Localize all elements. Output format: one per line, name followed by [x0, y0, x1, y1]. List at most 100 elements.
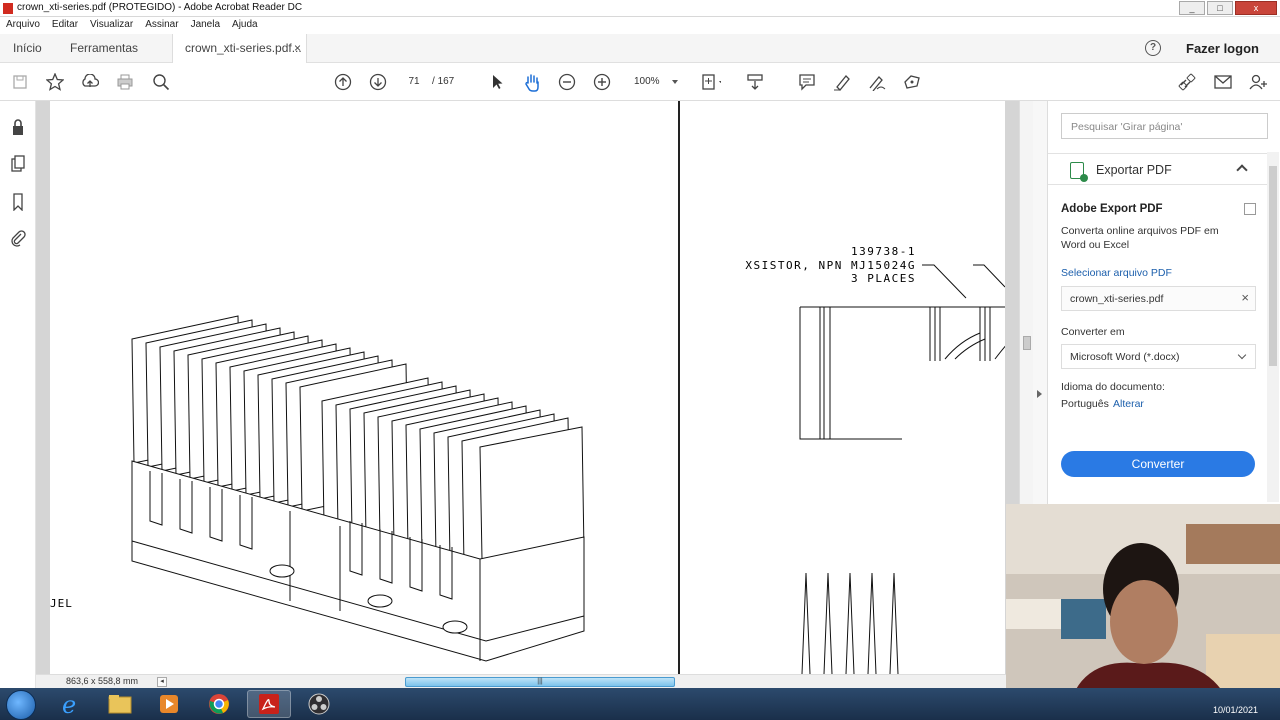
format-select[interactable]: Microsoft Word (*.docx) — [1061, 344, 1256, 369]
selected-file-field[interactable]: crown_xti-series.pdf × — [1061, 286, 1256, 311]
hand-icon[interactable] — [522, 72, 542, 92]
file-explorer-icon[interactable] — [98, 690, 142, 718]
language-value: Português — [1061, 398, 1109, 410]
scroll-left-icon[interactable]: ◂ — [157, 677, 167, 687]
tab-bar: Início Ferramentas crown_xti-series.pdf.… — [0, 34, 1280, 64]
select-cursor-icon[interactable] — [487, 72, 507, 92]
page-size-readout: 863,6 x 558,8 mm — [66, 676, 139, 686]
copy-icon[interactable] — [1244, 203, 1256, 215]
menu-ajuda[interactable]: Ajuda — [226, 17, 264, 34]
login-link[interactable]: Fazer logon — [1186, 41, 1259, 56]
tab-home[interactable]: Início — [13, 34, 42, 63]
svg-text:e: e — [62, 691, 76, 717]
select-file-link[interactable]: Selecionar arquivo PDF — [1061, 267, 1172, 279]
internet-explorer-icon[interactable]: e — [49, 690, 93, 718]
os-taskbar: e — [0, 688, 1280, 720]
mail-icon[interactable] — [1213, 72, 1233, 92]
left-navigation-rail — [0, 101, 36, 688]
callout-part-number: 139738-1 — [851, 245, 916, 258]
tab-tools[interactable]: Ferramentas — [70, 34, 138, 63]
format-value: Microsoft Word (*.docx) — [1070, 351, 1180, 363]
callout-places: 3 PLACES — [851, 272, 916, 285]
tab-document-label: crown_xti-series.pdf... — [185, 41, 302, 55]
zoom-search-icon[interactable] — [151, 72, 171, 92]
add-user-icon[interactable] — [1248, 72, 1268, 92]
menu-editar[interactable]: Editar — [46, 17, 84, 34]
change-language-link[interactable]: Alterar — [1113, 398, 1144, 410]
stamp-icon[interactable] — [902, 72, 922, 92]
scroll-mode-icon[interactable] — [745, 72, 765, 92]
selected-file-name: crown_xti-series.pdf — [1070, 293, 1164, 305]
chevron-up-icon[interactable] — [1236, 164, 1248, 176]
acrobat-app-icon — [3, 3, 13, 14]
callout-transistor: XSISTOR, NPN MJ15024G — [745, 259, 916, 272]
maximize-icon[interactable]: □ — [1207, 1, 1233, 15]
zoom-select[interactable]: 100% — [624, 74, 684, 90]
print-icon[interactable] — [115, 72, 135, 92]
taskbar-clock: 10/01/2021 — [1213, 705, 1259, 715]
zoom-out-icon[interactable] — [557, 72, 577, 92]
page-separator: / — [432, 76, 435, 87]
window-title: crown_xti-series.pdf (PROTEGIDO) - Adobe… — [17, 2, 303, 13]
menu-bar: Arquivo Editar Visualizar Assinar Janela… — [0, 17, 1280, 34]
tab-document[interactable]: crown_xti-series.pdf... × — [172, 34, 307, 64]
right-panel-collapse-icon[interactable] — [1037, 390, 1042, 398]
vertical-scroll-thumb[interactable] — [1023, 336, 1031, 350]
page-column-divider — [678, 101, 680, 674]
page-down-icon[interactable] — [368, 72, 388, 92]
panel-scroll-thumb[interactable] — [1269, 166, 1277, 366]
lock-icon[interactable] — [8, 117, 28, 137]
status-bar: 863,6 x 558,8 mm ◂ ||| — [36, 674, 1019, 688]
window-controls: _ □ x — [1179, 1, 1277, 15]
horizontal-scroll-thumb[interactable]: ||| — [405, 677, 675, 687]
chevron-down-icon — [672, 80, 678, 84]
highlight-icon[interactable] — [832, 72, 852, 92]
export-pdf-header[interactable]: Exportar PDF — [1048, 153, 1268, 185]
language-label: Idioma do documento: — [1061, 381, 1165, 393]
tools-pane: Pesquisar 'Girar página' Exportar PDF Ad… — [1047, 101, 1280, 504]
clear-file-icon[interactable]: × — [1241, 290, 1249, 305]
export-pdf-label: Exportar PDF — [1096, 163, 1172, 177]
menu-janela[interactable]: Janela — [185, 17, 226, 34]
start-button-icon[interactable] — [6, 690, 36, 720]
page-total-count: 167 — [437, 76, 455, 87]
heatsink-drawing: 139738-1 XSISTOR, NPN MJ15024G 3 PLACES … — [50, 245, 1005, 674]
menu-visualizar[interactable]: Visualizar — [84, 17, 139, 34]
link-icon[interactable] — [1177, 72, 1197, 92]
obs-icon[interactable] — [297, 690, 341, 718]
help-icon[interactable]: ? — [1145, 40, 1161, 56]
convert-button[interactable]: Converter — [1061, 451, 1255, 477]
chevron-down-icon — [1237, 350, 1247, 360]
acrobat-taskbar-icon[interactable] — [247, 690, 291, 718]
upload-icon[interactable] — [80, 72, 100, 92]
window-titlebar: crown_xti-series.pdf (PROTEGIDO) - Adobe… — [0, 0, 1280, 17]
pages-icon[interactable] — [8, 154, 28, 174]
export-description: Converta online arquivos PDF em Word ou … — [1061, 225, 1219, 251]
pdf-page: 139738-1 XSISTOR, NPN MJ15024G 3 PLACES … — [50, 101, 1005, 674]
comment-icon[interactable] — [797, 72, 817, 92]
search-input[interactable]: Pesquisar 'Girar página' — [1061, 113, 1268, 139]
export-pdf-icon — [1070, 162, 1088, 182]
zoom-value: 100% — [634, 76, 660, 87]
save-icon[interactable] — [10, 72, 30, 92]
menu-arquivo[interactable]: Arquivo — [0, 17, 46, 34]
menu-assinar[interactable]: Assinar — [139, 17, 184, 34]
main-toolbar: 71 / 167 100% — [0, 63, 1280, 101]
media-player-icon[interactable] — [147, 690, 191, 718]
chrome-icon[interactable] — [197, 690, 241, 718]
tab-close-icon[interactable]: × — [294, 34, 301, 62]
page-number-input[interactable]: 71 — [400, 74, 428, 90]
fit-page-icon[interactable] — [701, 72, 721, 92]
left-label-fragment: JEL — [50, 597, 73, 610]
panel-scrollbar[interactable] — [1267, 152, 1279, 502]
zoom-in-icon[interactable] — [592, 72, 612, 92]
document-viewport[interactable]: 139738-1 XSISTOR, NPN MJ15024G 3 PLACES … — [36, 101, 1019, 674]
export-title: Adobe Export PDF — [1061, 203, 1163, 215]
sign-icon[interactable] — [867, 72, 887, 92]
bookmark-icon[interactable] — [8, 192, 28, 212]
close-window-icon[interactable]: x — [1235, 1, 1277, 15]
page-up-icon[interactable] — [333, 72, 353, 92]
attachment-icon[interactable] — [8, 228, 28, 248]
star-icon[interactable] — [45, 72, 65, 92]
minimize-icon[interactable]: _ — [1179, 1, 1205, 15]
